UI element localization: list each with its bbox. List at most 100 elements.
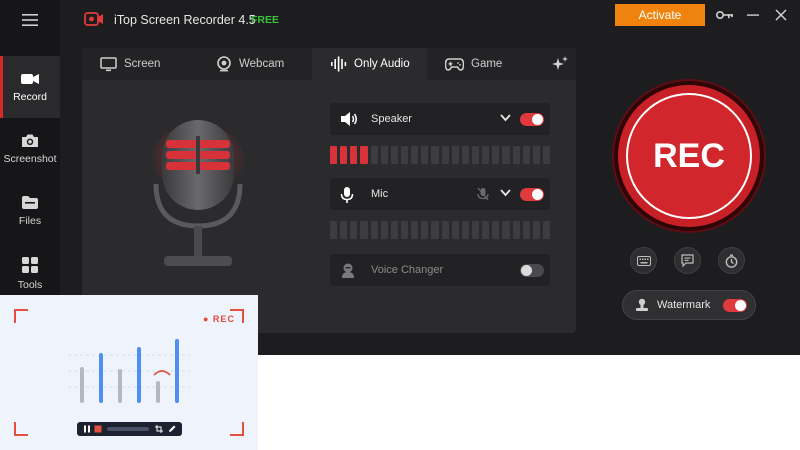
speaker-toggle[interactable] (520, 113, 544, 126)
license-key-button[interactable] (716, 6, 734, 24)
level-segment (502, 221, 510, 239)
waveform-icon (331, 56, 347, 72)
promo-illustration: ● REC (0, 295, 258, 450)
watermark-label: Watermark (657, 299, 711, 311)
level-segment (492, 221, 500, 239)
level-segment (360, 146, 368, 164)
crop-icon (155, 425, 163, 433)
minimize-icon (747, 14, 759, 16)
message-icon (681, 254, 694, 267)
level-segment (441, 221, 449, 239)
level-segment (542, 221, 551, 239)
level-segment (421, 146, 429, 164)
tab-label: Only Audio (354, 58, 410, 70)
pause-icon (84, 425, 90, 433)
stop-icon (94, 425, 102, 433)
close-button[interactable] (772, 6, 790, 24)
level-segment (411, 146, 419, 164)
key-icon (716, 11, 733, 19)
level-segment (350, 221, 358, 239)
rec-button[interactable]: REC (614, 81, 764, 231)
sidebar-item-label: Tools (17, 278, 43, 291)
mic-toggle[interactable] (520, 188, 544, 201)
schedule-button[interactable] (718, 247, 745, 274)
keyboard-icon (636, 255, 651, 266)
app-title: iTop Screen Recorder 4.5 (114, 13, 256, 27)
sidebar-item-label: Files (18, 215, 42, 227)
level-segment (380, 221, 388, 239)
microphone-illustration-icon (152, 120, 244, 266)
speaker-row: Speaker (330, 103, 550, 135)
chevron-down-icon[interactable] (500, 189, 511, 197)
minimize-button[interactable] (744, 6, 762, 24)
mic-level-meter (330, 221, 551, 239)
level-segment (431, 221, 439, 239)
folder-icon (22, 196, 38, 209)
tab-label: Screen (124, 58, 161, 70)
sidebar-item-record[interactable]: Record (0, 56, 60, 118)
menu-button[interactable] (0, 0, 60, 40)
effects-button[interactable] (546, 48, 574, 80)
level-segment (380, 146, 388, 164)
level-segment (340, 146, 348, 164)
rec-label: REC (626, 93, 752, 219)
level-segment (542, 146, 551, 164)
sidebar-item-label: Screenshot (3, 153, 57, 165)
level-segment (502, 146, 510, 164)
title-bar: iTop Screen Recorder 4.5 FREE Activate (60, 0, 800, 40)
hamburger-icon (22, 14, 38, 26)
tab-label: Game (471, 58, 503, 70)
mic-label: Mic (371, 188, 389, 200)
level-segment (350, 146, 358, 164)
level-segment (461, 221, 469, 239)
level-segment (482, 146, 490, 164)
level-segment (512, 146, 520, 164)
level-segment (400, 221, 409, 239)
level-segment (441, 146, 449, 164)
tab-game[interactable]: Game (427, 48, 527, 80)
level-segment (482, 221, 490, 239)
recording-panel: Screen Webcam Only Audio Game Speaker Mi… (82, 48, 576, 333)
level-segment (411, 221, 419, 239)
level-segment (370, 146, 378, 164)
voice-changer-toggle[interactable] (520, 264, 544, 277)
audio-bars-illustration-icon (68, 339, 190, 403)
level-segment (330, 221, 338, 239)
sidebar-item-files[interactable]: Files (0, 180, 60, 242)
level-segment (431, 146, 439, 164)
timer-icon (725, 254, 738, 268)
level-segment (330, 146, 338, 164)
speaker-label: Speaker (371, 113, 412, 125)
level-segment (471, 221, 480, 239)
voice-changer-icon (342, 263, 354, 278)
tab-screen[interactable]: Screen (82, 48, 210, 80)
camera-icon (22, 134, 38, 147)
keyboard-shortcut-button[interactable] (630, 247, 657, 274)
speaker-icon (341, 112, 357, 126)
level-segment (532, 146, 540, 164)
chevron-down-icon[interactable] (500, 114, 511, 122)
speaker-level-meter (330, 146, 551, 164)
voice-changer-label: Voice Changer (371, 264, 444, 276)
watermark-control[interactable]: Watermark (622, 290, 756, 320)
sidebar-item-screenshot[interactable]: Screenshot (0, 118, 60, 180)
frame-corner (14, 422, 28, 436)
voice-changer-row: Voice Changer (330, 254, 550, 286)
tab-only-audio[interactable]: Only Audio (312, 48, 427, 80)
watermark-toggle[interactable] (723, 299, 747, 312)
tab-webcam[interactable]: Webcam (210, 48, 312, 80)
mic-mute-icon[interactable] (477, 187, 489, 202)
level-segment (532, 221, 540, 239)
level-segment (390, 146, 398, 164)
camera-record-icon (21, 73, 39, 84)
activate-button[interactable]: Activate (615, 4, 705, 26)
free-badge: FREE (251, 14, 280, 26)
pen-icon (169, 425, 176, 432)
mode-tabs: Screen Webcam Only Audio Game (82, 48, 576, 80)
notes-button[interactable] (674, 247, 701, 274)
sidebar-item-label: Record (13, 90, 47, 103)
level-segment (461, 146, 469, 164)
tab-label: Webcam (239, 58, 285, 70)
level-segment (451, 146, 459, 164)
microphone-icon (340, 187, 354, 203)
